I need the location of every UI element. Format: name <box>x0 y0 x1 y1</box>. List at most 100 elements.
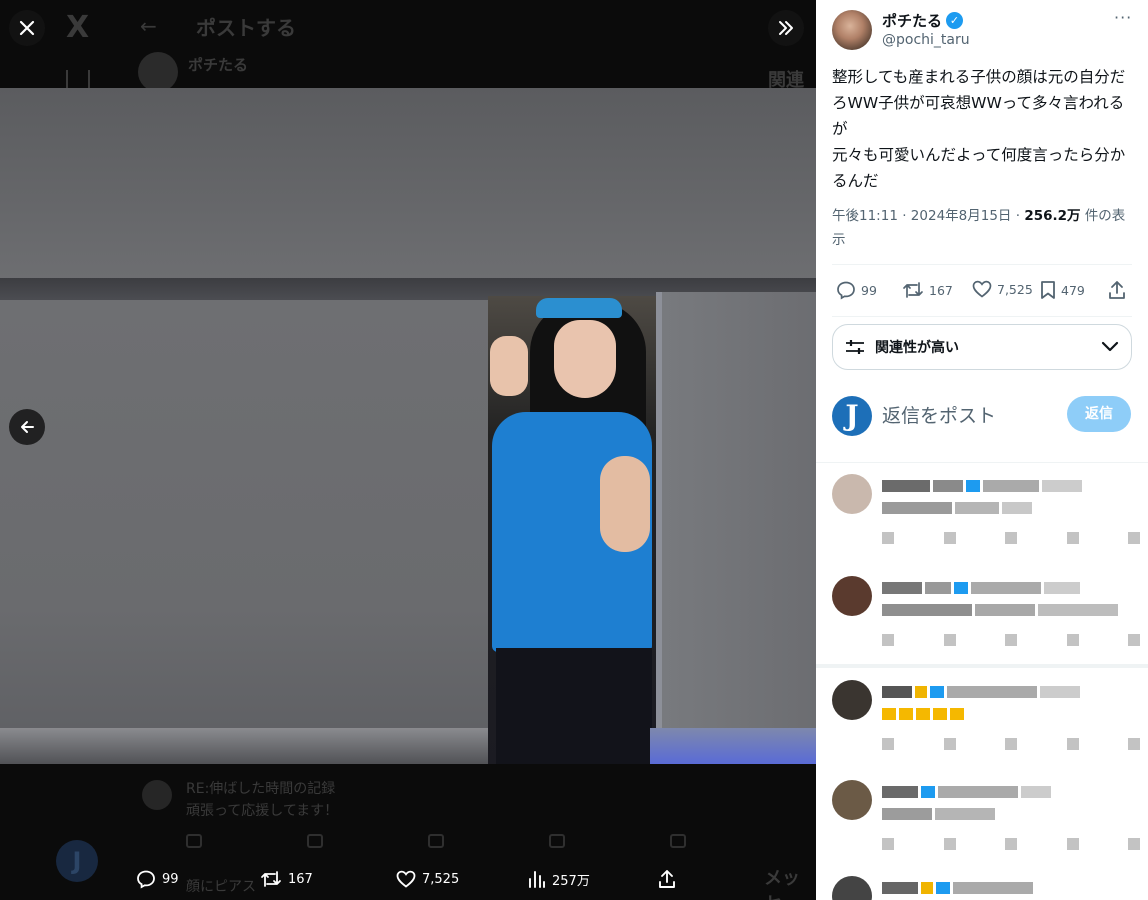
media-views-button[interactable]: 257万 <box>528 870 590 889</box>
reply-count: 99 <box>861 282 877 298</box>
photo-peace-hand <box>490 336 528 396</box>
more-options-icon[interactable]: ··· <box>1114 8 1132 27</box>
photo-wall-left <box>0 300 488 740</box>
share-icon <box>1109 281 1125 299</box>
blurred-reply-actions <box>882 838 1140 850</box>
x-logo: X <box>66 10 90 45</box>
media-like-count: 7,525 <box>422 871 460 887</box>
divider <box>832 264 1132 265</box>
reply-avatar[interactable] <box>832 780 872 820</box>
blurred-reply-actions <box>882 532 1140 544</box>
media-views-count: 257万 <box>552 873 590 889</box>
media-action-bar: 99 167 7,525 257万 <box>130 864 690 894</box>
expand-panel-button[interactable] <box>768 10 804 46</box>
reply-item[interactable] <box>832 470 1148 566</box>
bookmark-count: 479 <box>1061 282 1085 298</box>
reply-avatar[interactable] <box>832 876 872 900</box>
sliders-icon <box>846 340 864 354</box>
blurred-reply-header <box>882 686 1080 698</box>
repost-icon <box>261 871 281 887</box>
author-name-row[interactable]: ポチたる ✓ <box>882 10 964 31</box>
reply-avatar[interactable] <box>832 576 872 616</box>
blurred-reply-text <box>882 808 995 820</box>
media-like-button[interactable]: 7,525 <box>396 870 459 888</box>
post-date[interactable]: 2024年8月15日 <box>911 208 1012 224</box>
background-user-avatar: J <box>56 840 98 882</box>
share-button[interactable] <box>1108 280 1126 300</box>
media-reply-count: 99 <box>162 871 179 887</box>
reply-avatar[interactable] <box>832 680 872 720</box>
photo-face <box>554 320 616 398</box>
author-avatar[interactable] <box>832 10 872 50</box>
blurred-reply-header <box>882 582 1080 594</box>
reply-item[interactable] <box>832 776 1148 872</box>
reply-item[interactable] <box>832 572 1148 668</box>
heart-icon <box>396 870 416 888</box>
background-reply-avatar <box>142 780 172 810</box>
blurred-reply-header <box>882 882 1033 894</box>
blurred-reply-actions <box>882 738 1140 750</box>
media-repost-count: 167 <box>288 871 313 887</box>
media-repost-button[interactable]: 167 <box>260 869 313 889</box>
close-button[interactable] <box>9 10 45 46</box>
background-messages-label: メッセ <box>764 868 800 900</box>
views-chart-icon <box>529 871 545 888</box>
bookmark-icon <box>1041 281 1055 299</box>
photo-arm <box>600 456 650 552</box>
divider <box>816 462 1148 463</box>
reply-icon <box>837 281 855 300</box>
reply-submit-button[interactable]: 返信 <box>1067 396 1131 432</box>
reply-item[interactable] <box>832 676 1148 772</box>
background-reply-text: 頑張って応援してます！ <box>186 803 339 819</box>
heart-icon <box>972 280 992 298</box>
post-meta: 午後11:11 · 2024年8月15日 · 256.2万 件の表示 <box>832 208 1126 248</box>
close-icon <box>19 20 35 36</box>
double-chevron-right-icon <box>779 21 793 35</box>
media-reply-button[interactable]: 99 <box>136 869 179 889</box>
post-views-count: 256.2万 <box>1024 208 1081 224</box>
chevron-down-icon <box>1101 341 1119 352</box>
like-count: 7,525 <box>997 281 1033 297</box>
repost-icon <box>903 282 923 298</box>
reply-avatar[interactable] <box>832 474 872 514</box>
post-time[interactable]: 午後11:11 <box>832 208 898 224</box>
repost-button[interactable]: 167 <box>902 280 953 300</box>
divider <box>816 664 1148 668</box>
blurred-reply-header <box>882 786 1051 798</box>
background-reply-actions <box>186 834 686 850</box>
previous-image-button[interactable] <box>9 409 45 445</box>
photo-pants <box>496 648 652 764</box>
reply-item[interactable] <box>832 872 1148 900</box>
reply-sort-label: 関連性が高い <box>875 340 959 356</box>
blurred-reply-text <box>882 502 1032 514</box>
blurred-reply-header <box>882 480 1082 492</box>
blurred-reply-actions <box>882 634 1140 646</box>
post-image[interactable] <box>0 88 816 764</box>
bookmark-button[interactable]: 479 <box>1040 280 1085 300</box>
repost-count: 167 <box>929 282 953 298</box>
blurred-reply-text <box>882 708 964 720</box>
photo-wall-right <box>656 292 816 742</box>
background-header-title: ポストする <box>196 16 296 40</box>
photo-wall-top <box>0 88 816 288</box>
share-icon <box>659 870 675 888</box>
post-text: 整形しても産まれる子供の顔は元の自分だろWW子供が可哀想WWって多々言われるが … <box>832 68 1126 190</box>
background-avatar <box>138 52 178 92</box>
reply-input[interactable]: 返信をポスト <box>882 401 996 428</box>
post-action-bar: 99 167 7,525 479 <box>832 280 1132 304</box>
background-reply-user: RE:伸ばした時間の記録 <box>186 781 336 797</box>
author-name[interactable]: ポチたる <box>882 10 942 31</box>
back-arrow-icon: ← <box>140 14 157 38</box>
like-button[interactable]: 7,525 <box>972 280 1033 298</box>
photo-wall-left-edge <box>0 728 488 764</box>
current-user-avatar[interactable]: J <box>832 396 872 436</box>
reply-button[interactable]: 99 <box>836 280 877 300</box>
photo-wall-right-glow <box>650 728 816 764</box>
divider <box>832 316 1132 317</box>
blurred-reply-text <box>882 604 1118 616</box>
photo-headband <box>536 298 622 318</box>
author-handle[interactable]: @pochi_taru <box>882 32 970 48</box>
media-share-button[interactable] <box>658 869 676 889</box>
reply-sort-dropdown[interactable]: 関連性が高い <box>832 324 1132 370</box>
verified-badge-icon: ✓ <box>946 12 964 29</box>
